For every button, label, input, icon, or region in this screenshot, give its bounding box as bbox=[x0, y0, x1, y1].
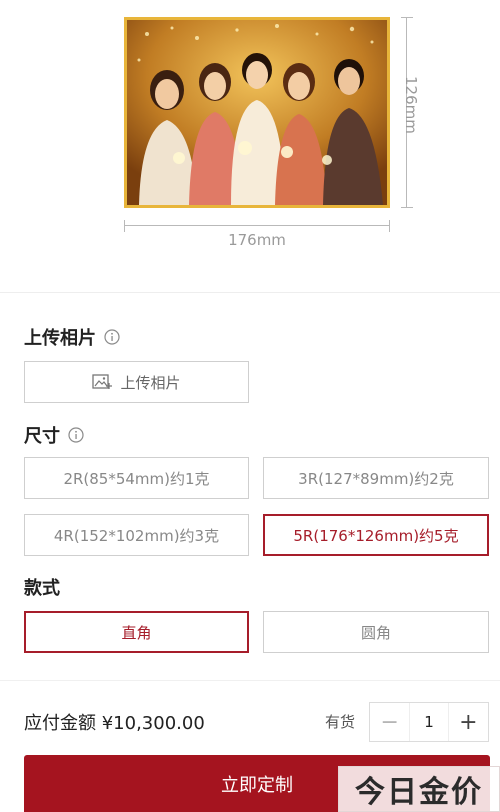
style-option-square-corner[interactable]: 直角 bbox=[24, 611, 249, 653]
increase-quantity-button[interactable]: + bbox=[449, 703, 488, 741]
style-section-label: 款式 bbox=[24, 578, 60, 599]
quantity-stepper: − 1 + bbox=[369, 702, 489, 742]
info-icon[interactable] bbox=[68, 427, 84, 443]
watermark-logo: 今日金价 bbox=[338, 766, 500, 812]
height-dimension-label: 126mm bbox=[402, 76, 420, 134]
size-option-label: 3R(127*89mm)约2克 bbox=[298, 469, 454, 488]
size-option-4r[interactable]: 4R(152*102mm)约3克 bbox=[24, 514, 249, 556]
size-option-3r[interactable]: 3R(127*89mm)约2克 bbox=[263, 457, 489, 499]
stock-status: 有货 bbox=[325, 713, 356, 731]
size-option-label: 4R(152*102mm)约3克 bbox=[53, 526, 220, 545]
photo-preview-area: 126mm 176mm bbox=[0, 0, 500, 292]
style-option-label: 圆角 bbox=[360, 623, 391, 642]
size-option-2r[interactable]: 2R(85*54mm)约1克 bbox=[24, 457, 249, 499]
photo-preview-image bbox=[124, 17, 390, 208]
upload-section-label: 上传相片 bbox=[24, 328, 96, 349]
size-section-label: 尺寸 bbox=[24, 426, 60, 447]
watermark-text: 今日金价 bbox=[355, 775, 483, 810]
image-upload-icon bbox=[92, 374, 113, 389]
decrease-quantity-button[interactable]: − bbox=[370, 703, 409, 741]
info-icon[interactable] bbox=[104, 329, 120, 345]
group-photo-illustration bbox=[127, 20, 387, 205]
size-option-label: 5R(176*126mm)约5克 bbox=[293, 526, 459, 545]
style-option-rounded-corner[interactable]: 圆角 bbox=[263, 611, 489, 653]
upload-button-label: 上传相片 bbox=[120, 373, 181, 392]
style-option-label: 直角 bbox=[121, 623, 152, 642]
style-section-title: 款式 bbox=[24, 574, 60, 600]
size-option-5r[interactable]: 5R(176*126mm)约5克 bbox=[263, 514, 489, 556]
upload-section-title: 上传相片 bbox=[24, 324, 120, 350]
size-section-title: 尺寸 bbox=[24, 422, 84, 448]
section-divider bbox=[0, 292, 500, 293]
size-option-label: 2R(85*54mm)约1克 bbox=[63, 469, 210, 488]
total-amount: 应付金额 ¥10,300.00 bbox=[24, 713, 205, 734]
upload-photo-button[interactable]: 上传相片 bbox=[24, 361, 249, 403]
quantity-value[interactable]: 1 bbox=[409, 703, 449, 741]
width-dimension-label: 176mm bbox=[228, 231, 286, 249]
